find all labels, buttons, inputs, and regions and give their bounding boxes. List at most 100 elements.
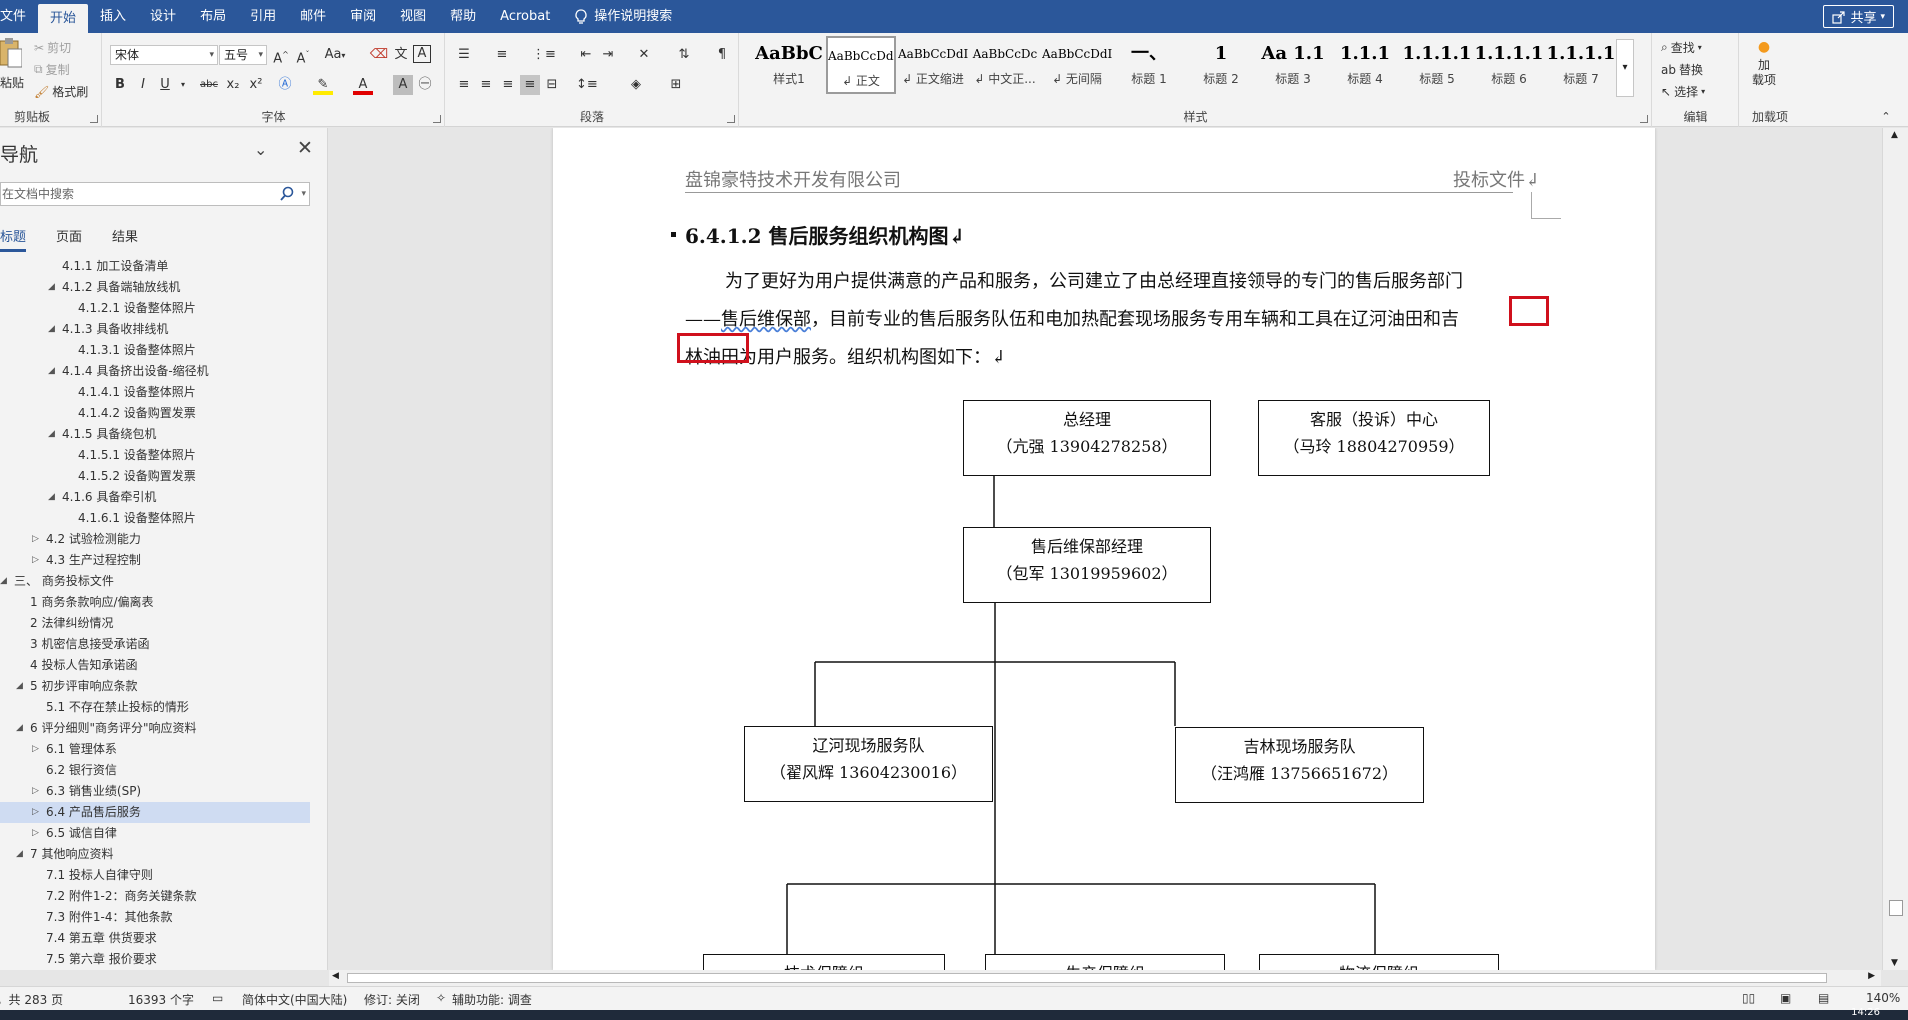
shading-icon[interactable]: ◈ (626, 75, 646, 95)
nav-tree-item[interactable]: 4 投标人告知承诺函 (0, 655, 310, 676)
nav-tree-item[interactable]: 2 法律纠纷情况 (0, 613, 310, 634)
nav-tree-item[interactable]: 4.1.4.2 设备购置发票 (0, 403, 310, 424)
find-button[interactable]: ⌕ 查找 ▾ (1661, 39, 1702, 56)
web-layout-icon[interactable]: ▤ (1818, 991, 1829, 1005)
font-size-combo[interactable]: 五号 ▾ (219, 45, 267, 65)
nav-tree-item[interactable]: ▷ 6.1 管理体系 (0, 739, 310, 760)
nav-tab-results[interactable]: 结果 (112, 226, 152, 250)
distributed-icon[interactable]: ⊟ (542, 75, 562, 95)
nav-tree-item[interactable]: 4.1.6.1 设备整体照片 (0, 508, 310, 529)
tab-references[interactable]: 引用 (238, 0, 288, 33)
chevron-down-icon[interactable]: ▾ (301, 183, 306, 205)
scroll-left-icon[interactable]: ◀ (332, 971, 339, 981)
chevron-down-icon[interactable]: ▾ (173, 75, 193, 95)
horizontal-scroll-thumb[interactable] (347, 973, 1827, 983)
nav-tree-item[interactable]: ◢ 4.1.4 具备挤出设备-缩径机 (0, 361, 310, 382)
nav-tree-item[interactable]: 4.1.5.2 设备购置发票 (0, 466, 310, 487)
align-left-icon[interactable]: ≡ (454, 75, 474, 95)
nav-tree-item[interactable]: ◢ 4.1.3 具备收排线机 (0, 319, 310, 340)
collapse-triangle-icon[interactable]: ◢ (48, 361, 55, 382)
vertical-scrollbar[interactable]: ▲ ▼ (1882, 128, 1908, 970)
collapse-triangle-icon[interactable]: ◢ (0, 571, 7, 592)
style-item[interactable]: AaBbCcDdI ↲ 无间隔 (1042, 36, 1112, 94)
read-mode-icon[interactable]: ▯▯ (1742, 991, 1755, 1005)
strikethrough-button[interactable]: abc (195, 75, 223, 95)
show-marks-icon[interactable]: ¶ (712, 45, 732, 65)
nav-tree-item[interactable]: 6.2 银行资信 (0, 760, 310, 781)
tab-home[interactable]: 开始 (38, 4, 89, 33)
tab-design[interactable]: 设计 (138, 0, 188, 33)
tab-acrobat[interactable]: Acrobat (488, 0, 562, 33)
highlight-icon[interactable]: ✎ (313, 75, 333, 95)
nav-tree-item[interactable]: ▷ 6.3 销售业绩(SP) (0, 781, 310, 802)
styles-more-icon[interactable]: ▾ (1616, 39, 1634, 97)
scroll-right-icon[interactable]: ▶ (1868, 971, 1875, 981)
style-item[interactable]: 1.1.1.1 标题 7 (1546, 36, 1616, 94)
style-item[interactable]: 1 标题 2 (1186, 36, 1256, 94)
status-page[interactable]: 第 271 页，共 283 页 (0, 991, 63, 1008)
share-button[interactable]: 共享 ▾ (1823, 5, 1894, 28)
collapse-triangle-icon[interactable]: ◢ (16, 718, 23, 739)
scroll-down-icon[interactable]: ▼ (1891, 958, 1898, 968)
collapse-triangle-icon[interactable]: ◢ (16, 676, 23, 697)
select-button[interactable]: ↖ 选择 ▾ (1661, 83, 1705, 100)
zoom-level[interactable]: 140% (1866, 991, 1900, 1005)
nav-tree-item[interactable]: ◢ 4.1.5 具备绕包机 (0, 424, 310, 445)
tab-mailings[interactable]: 邮件 (288, 0, 338, 33)
document-page[interactable]: 盘锦豪特技术开发有限公司 投标文件↲ 6.4.1.2 售后服务组织机构图↲ 为了… (553, 128, 1655, 970)
align-right-icon[interactable]: ≡ (498, 75, 518, 95)
style-item[interactable]: AaBbCcDdI ↲ 正文 (826, 36, 896, 94)
nav-tree-item[interactable]: ◢ 4.1.6 具备牵引机 (0, 487, 310, 508)
grow-font-icon[interactable]: A^ (271, 45, 291, 66)
superscript-button[interactable]: x² (246, 75, 266, 95)
tab-file[interactable]: 文件 (0, 0, 38, 33)
chevron-down-icon[interactable]: ⌄ (254, 140, 267, 159)
expand-triangle-icon[interactable]: ▷ (32, 739, 39, 760)
print-layout-icon[interactable]: ▣ (1780, 991, 1791, 1005)
collapse-triangle-icon[interactable]: ◢ (48, 277, 55, 298)
scroll-up-icon[interactable]: ▲ (1891, 130, 1898, 140)
vertical-scroll-thumb[interactable] (1889, 900, 1903, 916)
nav-tree-item[interactable]: 7.4 第五章 供货要求 (0, 928, 310, 949)
nav-tree-item[interactable]: ◢ 7 其他响应资料 (0, 844, 310, 865)
subscript-button[interactable]: x₂ (223, 75, 243, 95)
nav-tab-pages[interactable]: 页面 (56, 226, 96, 250)
expand-triangle-icon[interactable]: ▷ (32, 529, 39, 550)
nav-tree-item[interactable]: ◢ 4.1.2 具备端轴放线机 (0, 277, 310, 298)
clipboard-launcher-icon[interactable] (90, 115, 98, 123)
nav-tree-item[interactable]: 7.2 附件1-2：商务关键条款 (0, 886, 310, 907)
nav-tree-item[interactable]: ◢ 5 初步评审响应条款 (0, 676, 310, 697)
expand-triangle-icon[interactable]: ▷ (32, 781, 39, 802)
nav-tree-item[interactable]: 7.1 投标人自律守则 (0, 865, 310, 886)
style-item[interactable]: AaBbC 样式1 (754, 36, 824, 94)
font-name-combo[interactable]: 宋体 ▾ (110, 45, 218, 65)
nav-tree-item[interactable]: 1 商务条款响应/偏离表 (0, 592, 310, 613)
nav-tab-headings[interactable]: 标题 (0, 226, 40, 252)
numbering-icon[interactable]: ≡ (492, 45, 512, 65)
style-item[interactable]: 一、 标题 1 (1114, 36, 1184, 94)
font-launcher-icon[interactable] (433, 115, 441, 123)
expand-triangle-icon[interactable]: ▷ (32, 802, 39, 823)
text-effects-icon[interactable]: Ⓐ (275, 75, 295, 95)
decrease-indent-icon[interactable]: ⇤ (576, 45, 596, 65)
status-words[interactable]: 16393 个字 (128, 991, 194, 1008)
styles-launcher-icon[interactable] (1640, 115, 1648, 123)
expand-triangle-icon[interactable]: ▷ (32, 823, 39, 844)
enclose-char-icon[interactable]: ㊀ (415, 75, 435, 95)
line-spacing-icon[interactable]: ↕≡ (576, 75, 598, 95)
tab-review[interactable]: 审阅 (338, 0, 388, 33)
nav-tree-item[interactable]: ◢ 6 评分细则"商务评分"响应资料 (0, 718, 310, 739)
char-shading-icon[interactable]: A (393, 75, 413, 95)
collapse-triangle-icon[interactable]: ◢ (48, 424, 55, 445)
close-icon[interactable]: ✕ (297, 137, 313, 159)
bold-button[interactable]: B (110, 75, 130, 95)
underline-button[interactable]: U (155, 75, 175, 95)
nav-tree-item[interactable]: 4.1.2.1 设备整体照片 (0, 298, 310, 319)
status-track-changes[interactable]: 修订: 关闭 (364, 991, 420, 1008)
nav-tree-item[interactable]: 4.1.5.1 设备整体照片 (0, 445, 310, 466)
tab-layout[interactable]: 布局 (188, 0, 238, 33)
format-painter-button[interactable]: 🖌 格式刷 (34, 83, 88, 100)
align-center-icon[interactable]: ≡ (476, 75, 496, 95)
clear-format-icon[interactable]: ⌫ (369, 45, 389, 65)
status-language[interactable]: 简体中文(中国大陆) (242, 991, 347, 1008)
